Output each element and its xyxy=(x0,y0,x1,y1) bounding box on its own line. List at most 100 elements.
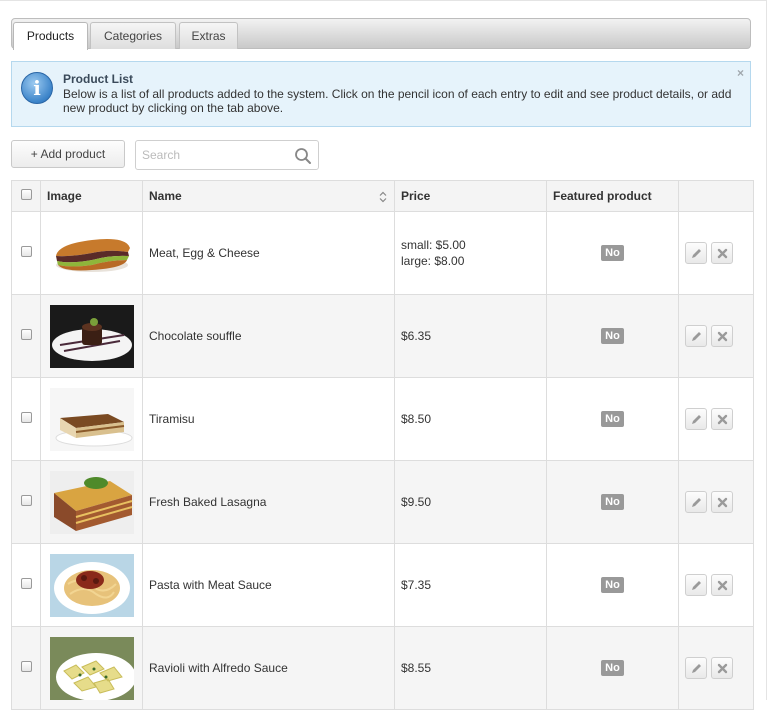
row-checkbox[interactable] xyxy=(20,661,32,672)
product-image-ravioli xyxy=(50,636,134,700)
price-line: large: $8.00 xyxy=(401,254,465,268)
price-line: $8.50 xyxy=(401,412,432,426)
price-line: $7.35 xyxy=(401,578,432,592)
product-image-cell xyxy=(40,460,143,544)
product-name: Tiramisu xyxy=(142,377,395,461)
product-price: $6.35 xyxy=(394,294,547,378)
edit-button[interactable] xyxy=(685,491,707,513)
column-header-featured: Featured product xyxy=(546,180,679,212)
featured-cell: No xyxy=(546,460,679,544)
pencil-icon xyxy=(692,249,701,258)
actions-cell xyxy=(678,626,754,710)
table-row: Ravioli with Alfredo Sauce $8.55 No xyxy=(11,626,754,710)
actions-cell xyxy=(678,211,754,295)
search-box xyxy=(135,140,319,170)
table-row: Chocolate souffle $6.35 No xyxy=(11,294,754,378)
tab-categories[interactable]: Categories xyxy=(90,22,176,49)
product-price: $7.35 xyxy=(394,543,547,627)
product-image-cell xyxy=(40,377,143,461)
price-line: small: $5.00 xyxy=(401,238,466,252)
product-price: small: $5.00 large: $8.00 xyxy=(394,211,547,295)
row-select-cell xyxy=(11,211,41,295)
product-name: Pasta with Meat Sauce xyxy=(142,543,395,627)
product-image-pasta xyxy=(50,553,134,617)
tab-extras[interactable]: Extras xyxy=(179,22,238,49)
featured-cell: No xyxy=(546,626,679,710)
search-icon[interactable] xyxy=(294,147,312,165)
edit-button[interactable] xyxy=(685,574,707,596)
table-row: Fresh Baked Lasagna $9.50 No xyxy=(11,460,754,544)
info-title: Product List xyxy=(63,72,134,86)
table-header-row: Image Name Price Featured product xyxy=(11,180,754,212)
price-line: $6.35 xyxy=(401,329,432,343)
search-input[interactable] xyxy=(142,147,282,163)
column-header-name[interactable]: Name xyxy=(142,180,395,212)
row-select-cell xyxy=(11,377,41,461)
column-header-image: Image xyxy=(40,180,143,212)
delete-button[interactable] xyxy=(711,242,734,264)
product-price: $8.50 xyxy=(394,377,547,461)
featured-cell: No xyxy=(546,543,679,627)
featured-badge[interactable]: No xyxy=(601,577,624,593)
info-box: i Product List Below is a list of all pr… xyxy=(11,61,751,127)
featured-cell: No xyxy=(546,294,679,378)
actions-cell xyxy=(678,377,754,461)
product-image-cell xyxy=(40,626,143,710)
delete-button[interactable] xyxy=(711,491,734,513)
product-name: Fresh Baked Lasagna xyxy=(142,460,395,544)
product-image-sandwich xyxy=(50,221,134,285)
product-name: Chocolate souffle xyxy=(142,294,395,378)
pencil-icon xyxy=(692,581,701,590)
product-image-tiramisu xyxy=(50,387,134,451)
edit-button[interactable] xyxy=(685,242,707,264)
delete-button[interactable] xyxy=(711,408,734,430)
products-table: Image Name Price Featured product Meat, … xyxy=(11,180,754,710)
product-price: $8.55 xyxy=(394,626,547,710)
delete-button[interactable] xyxy=(711,657,734,679)
featured-badge[interactable]: No xyxy=(601,245,624,261)
sort-icon[interactable] xyxy=(379,191,387,203)
product-image-cell xyxy=(40,543,143,627)
header-select-all xyxy=(11,180,41,212)
pencil-icon xyxy=(692,415,701,424)
delete-icon xyxy=(718,497,728,508)
featured-badge[interactable]: No xyxy=(601,411,624,427)
edit-button[interactable] xyxy=(685,657,707,679)
pencil-icon xyxy=(692,664,701,673)
delete-icon xyxy=(718,331,728,342)
row-select-cell xyxy=(11,294,41,378)
product-image-chocolate-souffle xyxy=(50,304,134,368)
table-row: Meat, Egg & Cheese small: $5.00 large: $… xyxy=(11,211,754,295)
featured-badge[interactable]: No xyxy=(601,494,624,510)
row-checkbox[interactable] xyxy=(20,412,32,423)
delete-icon xyxy=(718,663,728,674)
row-checkbox[interactable] xyxy=(20,329,32,340)
featured-cell: No xyxy=(546,377,679,461)
row-select-cell xyxy=(11,626,41,710)
row-checkbox[interactable] xyxy=(20,578,32,589)
delete-button[interactable] xyxy=(711,574,734,596)
row-select-cell xyxy=(11,460,41,544)
add-product-button[interactable]: + Add product xyxy=(11,140,125,168)
actions-cell xyxy=(678,460,754,544)
product-image-lasagna xyxy=(50,470,134,534)
edit-button[interactable] xyxy=(685,325,707,347)
featured-cell: No xyxy=(546,211,679,295)
row-checkbox[interactable] xyxy=(20,246,32,257)
row-checkbox[interactable] xyxy=(20,495,32,506)
select-all-checkbox[interactable] xyxy=(20,189,32,200)
product-name: Meat, Egg & Cheese xyxy=(142,211,395,295)
column-header-price: Price xyxy=(394,180,547,212)
product-name: Ravioli with Alfredo Sauce xyxy=(142,626,395,710)
tab-products[interactable]: Products xyxy=(13,22,88,50)
edit-button[interactable] xyxy=(685,408,707,430)
tab-bar: Products Categories Extras xyxy=(11,18,751,50)
featured-badge[interactable]: No xyxy=(601,660,624,676)
delete-icon xyxy=(718,580,728,591)
delete-icon xyxy=(718,414,728,425)
delete-button[interactable] xyxy=(711,325,734,347)
close-icon[interactable]: × xyxy=(737,66,744,80)
table-row: Tiramisu $8.50 No xyxy=(11,377,754,461)
info-text: Below is a list of all products added to… xyxy=(63,87,732,115)
featured-badge[interactable]: No xyxy=(601,328,624,344)
